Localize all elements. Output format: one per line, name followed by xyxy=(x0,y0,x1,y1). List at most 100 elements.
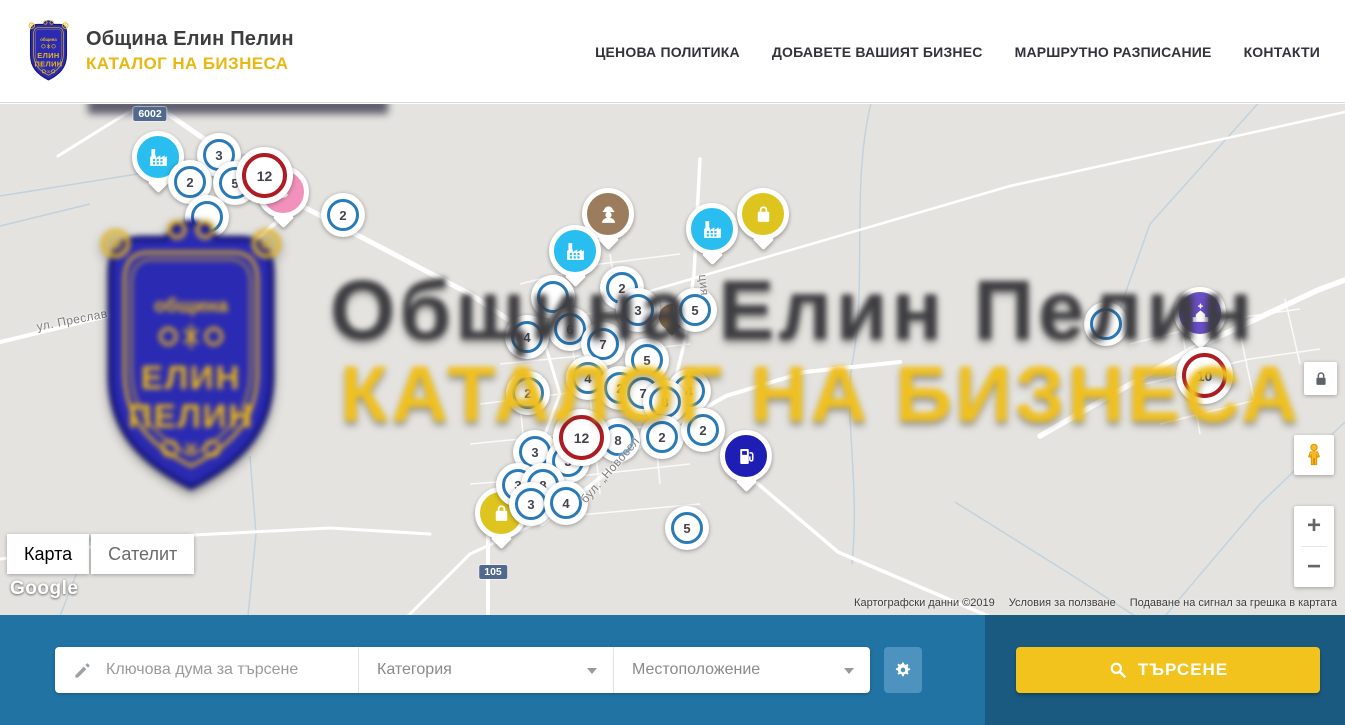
cluster-marker[interactable]: 2 xyxy=(681,408,725,452)
cluster-ring: 5 xyxy=(671,512,703,544)
cluster-count: 6 xyxy=(566,322,573,337)
keyword-search-input[interactable] xyxy=(104,660,334,680)
main-nav: ЦЕНОВА ПОЛИТИКА ДОБАВЕТЕ ВАШИЯТ БИЗНЕС М… xyxy=(595,0,1320,103)
site-logo[interactable]: община ЕЛИН ПЕЛИН Община Елин Пелин КАТА… xyxy=(25,19,294,83)
cluster-marker[interactable]: 3 xyxy=(616,288,660,332)
road-number-label: 6002 xyxy=(133,107,166,121)
attribution-report-link[interactable]: Подаване на сигнал за грешка в картата xyxy=(1130,597,1337,609)
cluster-marker[interactable]: 12 xyxy=(236,147,293,204)
padlock-icon xyxy=(1311,369,1331,389)
map-type-control: Карта Сателит xyxy=(7,534,194,574)
map-canvas[interactable]: 3251222356475427482221283338345106002105… xyxy=(0,104,1345,615)
factory-marker[interactable] xyxy=(686,203,738,255)
attribution-copyright: Картографски данни ©2019 xyxy=(854,597,995,609)
factory-icon xyxy=(549,225,601,277)
street-view-pegman-button[interactable] xyxy=(1294,435,1334,475)
svg-text:ЕЛИН: ЕЛИН xyxy=(37,51,59,60)
factory-marker[interactable] xyxy=(549,225,601,277)
cluster-count: 3 xyxy=(634,303,641,318)
map-lock-button[interactable] xyxy=(1304,362,1337,395)
cluster-ring: 7 xyxy=(587,328,619,360)
cluster-ring: 12 xyxy=(559,415,604,460)
zoom-out-button[interactable]: − xyxy=(1294,547,1334,587)
location-placeholder: Местоположение xyxy=(614,661,760,679)
street-name-label: ул. Преслав xyxy=(35,306,108,333)
map-type-satellite-button[interactable]: Сателит xyxy=(91,534,194,574)
cluster-ring: 3 xyxy=(622,294,654,326)
pegman-icon xyxy=(1301,442,1327,468)
chevron-down-icon xyxy=(587,668,597,674)
municipality-crest-logo: община ЕЛИН ПЕЛИН xyxy=(25,19,72,83)
cluster-count: 10 xyxy=(1197,368,1213,384)
map-type-map-button[interactable]: Карта xyxy=(7,534,89,574)
cluster-ring xyxy=(1090,308,1122,340)
cluster-ring: 4 xyxy=(511,321,543,353)
location-select[interactable]: Местоположение xyxy=(613,647,870,693)
church-icon xyxy=(1174,287,1226,339)
chevron-down-icon xyxy=(844,668,854,674)
cluster-ring xyxy=(191,201,223,233)
bag-marker[interactable] xyxy=(737,188,789,240)
zoom-in-button[interactable]: + xyxy=(1294,506,1334,546)
cluster-count: 5 xyxy=(643,353,650,368)
cluster-count: 2 xyxy=(186,175,193,190)
cluster-ring: 8 xyxy=(649,386,681,418)
cluster-marker[interactable]: 2 xyxy=(506,371,550,415)
street-name-label: ция xyxy=(696,274,712,297)
fuel-icon xyxy=(720,430,772,482)
cluster-marker[interactable]: 2 xyxy=(640,415,684,459)
cluster-count: 4 xyxy=(584,371,591,386)
nav-route-schedule[interactable]: МАРШРУТНО РАЗПИСАНИЕ xyxy=(1015,44,1212,60)
bag-icon xyxy=(737,188,789,240)
google-logo[interactable]: Google xyxy=(10,578,78,600)
cluster-marker[interactable]: 2 xyxy=(321,193,365,237)
nav-contacts[interactable]: КОНТАКТИ xyxy=(1244,44,1320,60)
site-subtitle: КАТАЛОГ НА БИЗНЕСА xyxy=(86,54,294,74)
factory-icon xyxy=(686,203,738,255)
category-placeholder: Категория xyxy=(359,661,452,679)
cluster-count: 2 xyxy=(339,208,346,223)
cluster-ring: 2 xyxy=(512,377,544,409)
attribution-terms-link[interactable]: Условия за ползване xyxy=(1009,597,1116,609)
cluster-count: 3 xyxy=(531,445,538,460)
church-marker[interactable] xyxy=(1174,287,1226,339)
cluster-count: 8 xyxy=(661,395,668,410)
search-button[interactable]: ТЪРСЕНЕ xyxy=(1016,647,1320,693)
cluster-marker[interactable]: 4 xyxy=(505,315,549,359)
cluster-ring: 10 xyxy=(1182,353,1227,398)
cluster-marker[interactable] xyxy=(185,195,229,239)
cluster-marker[interactable]: 4 xyxy=(544,481,588,525)
cluster-count: 4 xyxy=(562,496,569,511)
cluster-ring: 4 xyxy=(550,487,582,519)
cluster-count: 5 xyxy=(691,303,698,318)
cluster-count: 5 xyxy=(683,521,690,536)
category-select[interactable]: Категория xyxy=(358,647,613,693)
cluster-marker[interactable] xyxy=(1084,302,1128,346)
search-button-label: ТЪРСЕНЕ xyxy=(1138,660,1228,680)
gear-icon xyxy=(893,660,913,680)
cluster-marker[interactable]: 10 xyxy=(1176,347,1233,404)
cluster-ring: 12 xyxy=(242,153,287,198)
cluster-marker[interactable]: 5 xyxy=(665,506,709,550)
svg-text:община: община xyxy=(40,37,57,42)
cluster-marker[interactable]: 12 xyxy=(553,409,610,466)
cluster-count: 3 xyxy=(215,148,222,163)
road-number-label: 105 xyxy=(479,565,507,579)
cluster-count: 2 xyxy=(658,430,665,445)
map-attribution: Картографски данни ©2019 Условия за полз… xyxy=(854,597,1337,609)
cluster-count: 12 xyxy=(574,430,590,446)
cluster-ring: 2 xyxy=(646,421,678,453)
cluster-count: 2 xyxy=(524,386,531,401)
magnifier-icon xyxy=(1108,660,1128,680)
cluster-ring: 2 xyxy=(174,166,206,198)
page: община ЕЛИН ПЕЛИН Община Елин Пелин КАТА… xyxy=(0,0,1345,725)
cluster-count: 2 xyxy=(699,423,706,438)
nav-add-business[interactable]: ДОБАВЕТЕ ВАШИЯТ БИЗНЕС xyxy=(772,44,983,60)
nav-pricing[interactable]: ЦЕНОВА ПОЛИТИКА xyxy=(595,44,740,60)
markers-layer: 3251222356475427482221283338345106002105… xyxy=(0,104,1345,615)
fuel-marker[interactable] xyxy=(720,430,772,482)
cluster-count: 7 xyxy=(599,337,606,352)
cluster-ring: 2 xyxy=(327,199,359,231)
advanced-settings-button[interactable] xyxy=(884,647,922,693)
search-bar: Категория Местоположение ТЪРСЕНЕ xyxy=(0,615,1345,725)
